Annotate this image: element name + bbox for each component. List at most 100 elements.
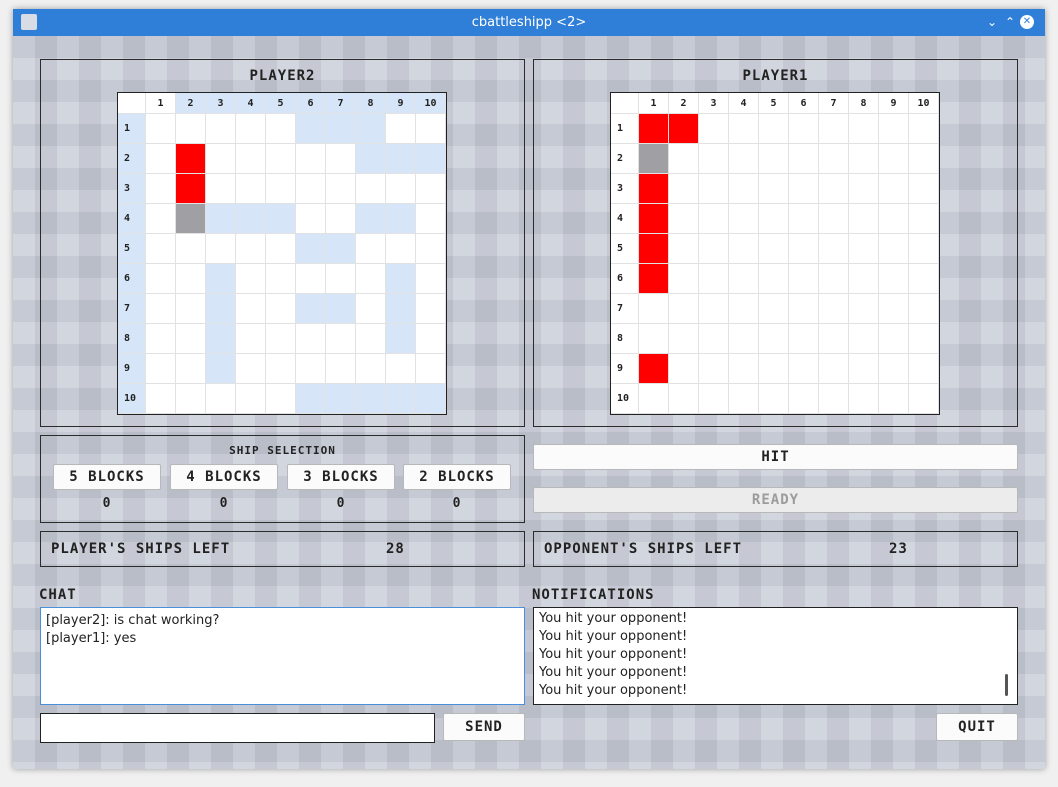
player1-grid-cell[interactable] [639, 264, 669, 294]
player1-grid-cell[interactable] [789, 354, 819, 384]
player1-grid-cell[interactable] [849, 144, 879, 174]
ready-button[interactable]: READY [533, 487, 1018, 513]
player2-grid-cell[interactable] [386, 264, 416, 294]
player1-grid-cell[interactable] [759, 324, 789, 354]
player1-grid-cell[interactable] [669, 234, 699, 264]
player1-grid-cell[interactable] [789, 324, 819, 354]
player2-grid-cell[interactable] [236, 384, 266, 414]
player2-grid-cell[interactable] [296, 384, 326, 414]
player2-grid-cell[interactable] [326, 204, 356, 234]
player2-grid-cell[interactable] [266, 144, 296, 174]
player2-grid-cell[interactable] [416, 294, 446, 324]
player1-grid-cell[interactable] [849, 384, 879, 414]
player1-grid-cell[interactable] [909, 174, 939, 204]
player1-grid-cell[interactable] [669, 204, 699, 234]
chat-input[interactable] [40, 713, 435, 743]
player2-grid-cell[interactable] [236, 294, 266, 324]
player2-grid-cell[interactable] [356, 144, 386, 174]
player1-grid-cell[interactable] [699, 324, 729, 354]
player1-grid-cell[interactable] [909, 264, 939, 294]
player1-grid-cell[interactable] [909, 354, 939, 384]
minimize-icon[interactable]: ⌄ [983, 13, 1001, 31]
close-icon[interactable]: ✕ [1020, 15, 1034, 29]
player2-grid-cell[interactable] [386, 114, 416, 144]
player1-grid-cell[interactable] [879, 204, 909, 234]
player1-grid-cell[interactable] [879, 264, 909, 294]
player1-grid-cell[interactable] [729, 174, 759, 204]
player1-grid-cell[interactable] [729, 354, 759, 384]
player1-grid-cell[interactable] [699, 294, 729, 324]
player1-grid-cell[interactable] [909, 294, 939, 324]
player1-grid-cell[interactable] [879, 354, 909, 384]
player2-grid-cell[interactable] [206, 324, 236, 354]
player2-grid-cell[interactable] [326, 354, 356, 384]
ship-5-blocks-button[interactable]: 5 BLOCKS [53, 464, 161, 490]
title-bar[interactable]: cbattleshipp <2> ⌄ ⌃ ✕ [13, 9, 1045, 36]
player2-grid-cell[interactable] [326, 114, 356, 144]
player2-grid-cell[interactable] [416, 204, 446, 234]
player2-grid-cell[interactable] [296, 324, 326, 354]
player2-grid-cell[interactable] [326, 264, 356, 294]
player2-grid-cell[interactable] [416, 174, 446, 204]
player2-grid-cell[interactable] [176, 204, 206, 234]
player2-grid-cell[interactable] [416, 264, 446, 294]
player2-grid-cell[interactable] [356, 294, 386, 324]
player1-grid-cell[interactable] [699, 354, 729, 384]
player1-grid-cell[interactable] [669, 324, 699, 354]
player1-grid-cell[interactable] [879, 144, 909, 174]
player2-grid-cell[interactable] [176, 234, 206, 264]
player1-grid-cell[interactable] [729, 114, 759, 144]
player2-grid-cell[interactable] [236, 234, 266, 264]
ship-4-blocks-button[interactable]: 4 BLOCKS [170, 464, 278, 490]
player2-grid-cell[interactable] [326, 174, 356, 204]
player2-grid-cell[interactable] [296, 264, 326, 294]
player2-grid-cell[interactable] [266, 384, 296, 414]
player2-grid-cell[interactable] [326, 144, 356, 174]
player2-grid-cell[interactable] [296, 114, 326, 144]
player1-grid-cell[interactable] [639, 354, 669, 384]
player1-grid-cell[interactable] [819, 294, 849, 324]
player1-grid-cell[interactable] [639, 174, 669, 204]
player2-grid-cell[interactable] [146, 264, 176, 294]
notifications-scrollbar[interactable] [1005, 674, 1008, 696]
player2-grid-cell[interactable] [266, 354, 296, 384]
player1-grid-cell[interactable] [849, 294, 879, 324]
player2-grid-cell[interactable] [386, 204, 416, 234]
player1-grid-cell[interactable] [639, 204, 669, 234]
player2-grid-cell[interactable] [296, 234, 326, 264]
player2-grid-cell[interactable] [296, 174, 326, 204]
player2-grid-cell[interactable] [266, 114, 296, 144]
player1-grid-cell[interactable] [729, 144, 759, 174]
player2-grid-cell[interactable] [176, 144, 206, 174]
player1-grid-cell[interactable] [639, 144, 669, 174]
player2-grid-cell[interactable] [386, 324, 416, 354]
player1-grid-cell[interactable] [819, 354, 849, 384]
player2-grid-cell[interactable] [326, 324, 356, 354]
player2-grid-cell[interactable] [386, 174, 416, 204]
player2-grid-cell[interactable] [146, 384, 176, 414]
player2-grid-cell[interactable] [206, 144, 236, 174]
player1-grid-cell[interactable] [909, 384, 939, 414]
player2-grid-cell[interactable] [206, 354, 236, 384]
player2-grid-cell[interactable] [296, 354, 326, 384]
player2-grid-cell[interactable] [416, 384, 446, 414]
notifications-log[interactable]: You hit your opponent! You hit your oppo… [533, 607, 1018, 705]
player2-grid-cell[interactable] [416, 324, 446, 354]
player1-grid-cell[interactable] [699, 264, 729, 294]
player1-grid-cell[interactable] [729, 294, 759, 324]
player1-grid-cell[interactable] [669, 144, 699, 174]
player2-grid-cell[interactable] [356, 384, 386, 414]
player1-grid-cell[interactable] [699, 144, 729, 174]
player1-grid-cell[interactable] [789, 144, 819, 174]
player1-grid-cell[interactable] [759, 114, 789, 144]
player1-grid-cell[interactable] [639, 294, 669, 324]
player2-grid-cell[interactable] [146, 174, 176, 204]
player2-grid-cell[interactable] [266, 234, 296, 264]
player1-grid-cell[interactable] [909, 234, 939, 264]
player1-grid-cell[interactable] [699, 174, 729, 204]
player2-grid-cell[interactable] [176, 384, 206, 414]
player2-grid-cell[interactable] [326, 384, 356, 414]
player1-grid-cell[interactable] [759, 294, 789, 324]
player1-grid-cell[interactable] [909, 144, 939, 174]
player2-grid-cell[interactable] [326, 294, 356, 324]
